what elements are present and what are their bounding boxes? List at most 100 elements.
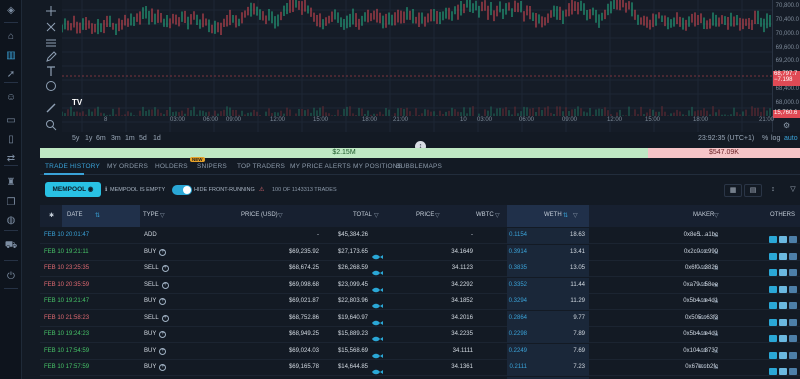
table-row[interactable]: FEB 10 23:25:35 SELL + $68,674.25 $26,268.59…: [40, 261, 800, 277]
filter-type-icon[interactable]: +: [159, 364, 167, 371]
col-weth[interactable]: WETH: [544, 212, 562, 218]
col-wbtc[interactable]: WBTC: [476, 212, 494, 218]
text-tool-icon[interactable]: [45, 64, 57, 76]
tab-top-traders[interactable]: TOP TRADERS: [237, 163, 285, 170]
filter-type-icon[interactable]: +: [161, 265, 169, 272]
settings-icon[interactable]: ✱: [49, 212, 54, 219]
filter-maker-icon[interactable]: ⇲: [713, 315, 718, 322]
range-button-1y[interactable]: 1y: [85, 135, 92, 142]
table-row[interactable]: FEB 10 20:01:47 ADD - $45,384.26 - 0.1154 18.6…: [40, 228, 800, 244]
brush-icon[interactable]: [45, 50, 57, 62]
others-icons[interactable]: [769, 248, 797, 260]
col-price[interactable]: PRICE: [416, 212, 434, 218]
maker-trade-count[interactable]: +99: [698, 364, 706, 370]
trophy-icon[interactable]: ♜: [4, 176, 18, 190]
table-row[interactable]: FEB 10 19:24:23 BUY + $68,949.25 $15,889.23 3…: [40, 327, 800, 343]
swap-icon[interactable]: ⇄: [4, 152, 18, 166]
front-running-toggle[interactable]: [172, 185, 192, 195]
others-icons[interactable]: [769, 231, 797, 243]
trend-line-icon[interactable]: [45, 20, 57, 32]
maker-trade-count[interactable]: +99: [698, 348, 706, 354]
table-row[interactable]: FEB 10 19:21:11 BUY + $69,235.92 $27,173.65 3…: [40, 244, 800, 261]
table-row[interactable]: FEB 10 19:21:47 BUY + $69,021.87 $22,803.96 3…: [40, 294, 800, 310]
filter-maker-icon[interactable]: ⇲: [713, 282, 718, 289]
tab-holders[interactable]: HOLDERS: [155, 163, 188, 170]
log-toggle[interactable]: log: [771, 135, 780, 142]
tab-bubblemaps[interactable]: BUBBLEMAPS: [396, 163, 442, 170]
home-icon[interactable]: ⌂: [4, 30, 18, 44]
user-icon[interactable]: ☺: [4, 91, 18, 105]
power-icon[interactable]: ⏻: [4, 270, 18, 284]
others-icons[interactable]: [769, 314, 797, 326]
fib-icon[interactable]: [45, 36, 57, 48]
rocket-icon[interactable]: ➚: [4, 68, 18, 82]
tab-trade-history[interactable]: TRADE HISTORY: [45, 163, 100, 170]
price-filter-icon[interactable]: ▽: [435, 212, 440, 219]
tab-snipers[interactable]: SNIPERS: [197, 163, 227, 170]
chart-settings-icon[interactable]: ⚙: [783, 121, 790, 130]
zoom-icon[interactable]: [45, 118, 57, 131]
tab-my-price-alerts[interactable]: MY PRICE ALERTS: [290, 163, 351, 170]
filter-maker-icon[interactable]: ⇲: [713, 249, 718, 256]
filter-type-icon[interactable]: +: [161, 281, 169, 289]
percent-toggle[interactable]: %: [762, 135, 768, 142]
price-usd-filter-icon[interactable]: ▽: [278, 212, 283, 219]
maker-trade-count[interactable]: 1: [698, 232, 701, 238]
price-axis[interactable]: 70,800.0 70,400.0 70,000.0 69,600.0 69,200.0…: [772, 0, 800, 132]
filter-maker-icon[interactable]: ⇲: [713, 232, 718, 239]
weth-filter-icon[interactable]: ▽: [573, 212, 578, 219]
filter-type-icon[interactable]: +: [159, 298, 167, 305]
total-filter-icon[interactable]: ▽: [374, 212, 379, 219]
range-button-5d[interactable]: 5d: [139, 135, 147, 142]
filter-type-icon[interactable]: +: [159, 347, 167, 355]
copy-view-icon[interactable]: ▦: [724, 184, 742, 197]
emoji-icon[interactable]: [45, 79, 57, 91]
maker-trade-count[interactable]: +99: [698, 331, 706, 337]
maker-trade-count[interactable]: +99: [698, 265, 706, 271]
col-type[interactable]: TYPE: [143, 212, 159, 218]
maker-trade-count[interactable]: +99: [698, 298, 706, 304]
col-date[interactable]: DATE: [67, 212, 83, 218]
maker-trade-count[interactable]: +99: [698, 315, 706, 321]
type-filter-icon[interactable]: ▽: [160, 212, 165, 219]
range-button-6m[interactable]: 6m: [96, 135, 106, 142]
others-icons[interactable]: [769, 330, 797, 342]
range-button-3m[interactable]: 3m: [111, 135, 121, 142]
range-button-5y[interactable]: 5y: [72, 135, 79, 142]
filter-type-icon[interactable]: +: [159, 331, 167, 338]
others-icons[interactable]: [769, 347, 797, 359]
calendar-icon[interactable]: ▤: [744, 184, 762, 197]
filter-type-icon[interactable]: +: [161, 314, 169, 322]
filter-maker-icon[interactable]: ⇲: [713, 265, 718, 272]
others-icons[interactable]: [769, 281, 797, 293]
range-button-1d[interactable]: 1d: [153, 135, 161, 142]
others-icons[interactable]: [769, 297, 797, 309]
table-row[interactable]: FEB 10 20:35:59 SELL + $69,098.68 $23,099.45…: [40, 277, 800, 294]
text-size-icon[interactable]: ↕: [764, 184, 782, 197]
maker-trade-count[interactable]: +99: [698, 282, 706, 288]
weth-sort-icon[interactable]: ⇅: [563, 212, 568, 219]
filter-maker-icon[interactable]: ⇲: [713, 331, 718, 338]
table-row[interactable]: FEB 10 17:57:59 BUY + $69,165.78 $14,644.85 3…: [40, 360, 800, 376]
table-row[interactable]: FEB 10 17:54:59 BUY + $69,024.03 $15,568.69 3…: [40, 343, 800, 360]
filter-icon[interactable]: ▽: [784, 184, 800, 197]
col-total[interactable]: TOTAL: [353, 212, 372, 218]
tab-my-positions[interactable]: MY POSITIONS: [353, 163, 402, 170]
filter-maker-icon[interactable]: ⇲: [713, 298, 718, 305]
others-icons[interactable]: [769, 363, 797, 375]
filter-maker-icon[interactable]: ⇲: [713, 364, 718, 371]
price-chart[interactable]: TV: [61, 0, 772, 132]
range-button-1m[interactable]: 1m: [125, 135, 135, 142]
document-icon[interactable]: ▯: [4, 133, 18, 147]
table-row[interactable]: FEB 10 21:58:23 SELL + $68,752.86 $19,640.97…: [40, 310, 800, 327]
tab-my-orders[interactable]: MY ORDERS: [107, 163, 148, 170]
maker-filter-icon[interactable]: ▽: [714, 212, 719, 219]
filter-maker-icon[interactable]: ⇲: [713, 348, 718, 355]
mempool-button[interactable]: MEMPOOL ◉: [45, 182, 101, 197]
wallet-icon[interactable]: ▭: [4, 114, 18, 128]
chart-icon[interactable]: ▥: [4, 49, 18, 63]
sort-icon[interactable]: ⇅: [95, 212, 100, 219]
col-maker[interactable]: MAKER: [693, 212, 714, 218]
col-price-usd[interactable]: PRICE (USD): [241, 212, 278, 218]
wbtc-filter-icon[interactable]: ▽: [495, 212, 500, 219]
